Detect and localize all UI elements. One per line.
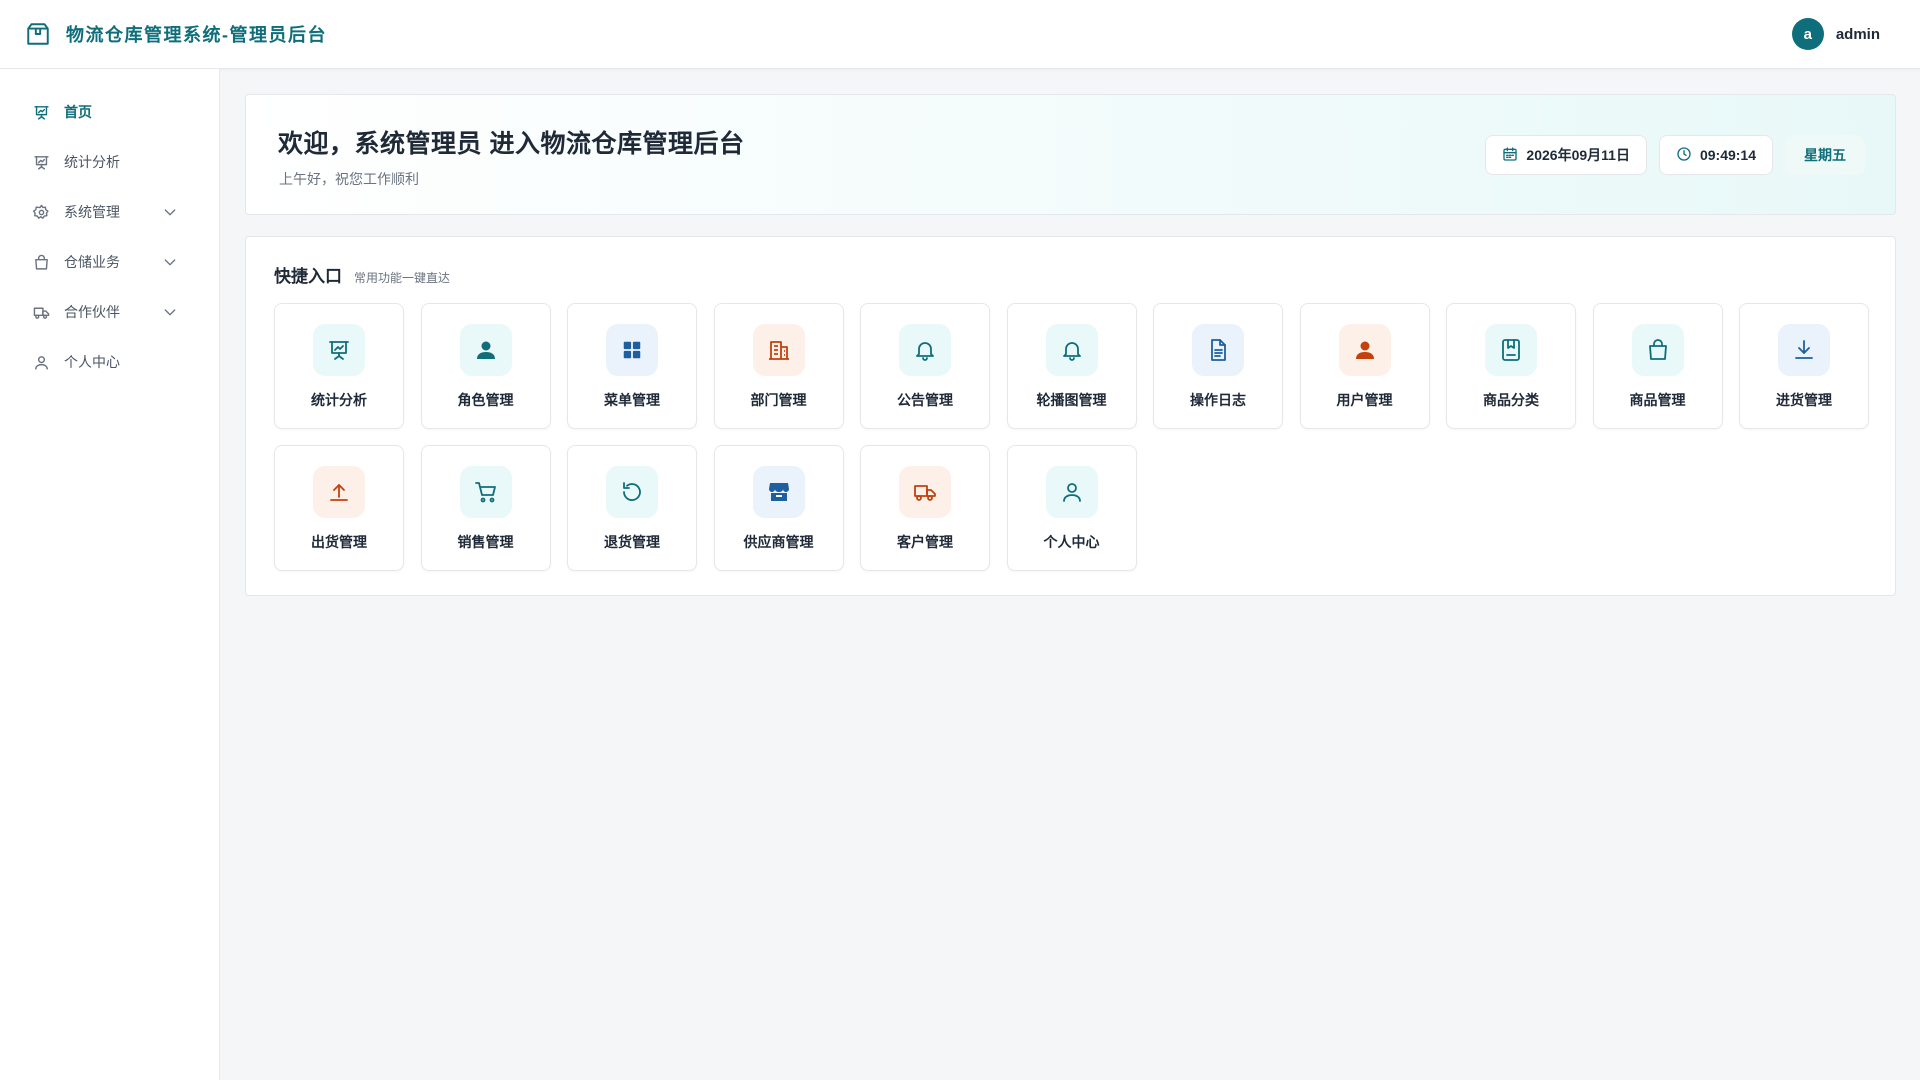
quick-tile-returns[interactable]: 退货管理 <box>567 445 697 571</box>
sidebar-item-system[interactable]: 系统管理 <box>0 187 219 237</box>
presentation-icon <box>32 153 50 171</box>
user-menu[interactable]: a admin <box>1791 18 1896 50</box>
chevron-down-icon[interactable] <box>162 254 178 270</box>
calendar-icon <box>1502 146 1518 165</box>
presentation-icon <box>32 103 50 121</box>
time-chip: 09:49:14 <box>1658 135 1773 175</box>
presentation-icon <box>313 324 365 376</box>
date-text: 2026年09月11日 <box>1526 147 1630 163</box>
quick-tile-label: 销售管理 <box>457 534 514 550</box>
quick-tile-label: 供应商管理 <box>743 534 814 550</box>
sidebar: 首页 统计分析 系统管理 仓储业务 合作伙伴 个人中心 <box>0 69 220 1080</box>
quick-access-title: 快捷入口 <box>274 267 342 286</box>
quick-tile-statistics[interactable]: 统计分析 <box>274 303 404 429</box>
quick-tile-label: 商品管理 <box>1629 392 1686 408</box>
quick-access-panel: 快捷入口 常用功能一键直达 统计分析 角色管理 菜单管理 部门管理 公告管理 轮… <box>245 236 1896 596</box>
download-icon <box>1778 324 1830 376</box>
quick-tile-label: 轮播图管理 <box>1036 392 1107 408</box>
building-icon <box>752 324 805 376</box>
clock-icon <box>1676 146 1692 165</box>
gear-icon <box>32 203 50 221</box>
refresh-icon <box>606 466 658 518</box>
quick-tile-label: 商品分类 <box>1483 392 1539 408</box>
sidebar-item-label: 合作伙伴 <box>64 304 120 320</box>
sidebar-item-home[interactable]: 首页 <box>0 87 219 137</box>
sidebar-item-label: 统计分析 <box>64 154 120 170</box>
quick-tile-customers[interactable]: 客户管理 <box>860 445 990 571</box>
bag-icon <box>1631 324 1684 376</box>
app-title: 物流仓库管理系统-管理员后台 <box>66 25 327 45</box>
box-icon <box>24 20 52 48</box>
sidebar-item-partners[interactable]: 合作伙伴 <box>0 287 219 337</box>
user-icon <box>1045 466 1098 518</box>
quick-access-subtitle: 常用功能一键直达 <box>354 271 451 285</box>
quick-tile-users[interactable]: 用户管理 <box>1299 303 1430 429</box>
cart-icon <box>459 466 512 518</box>
user-solid-icon <box>459 324 512 376</box>
chevron-down-icon[interactable] <box>162 304 178 320</box>
quick-access-header: 快捷入口 常用功能一键直达 <box>274 262 450 287</box>
date-chip: 2026年09月11日 <box>1485 135 1647 175</box>
bag-icon <box>32 253 50 271</box>
quick-tile-label: 统计分析 <box>311 392 367 408</box>
welcome-banner: 欢迎，系统管理员 进入物流仓库管理后台 上午好，祝您工作顺利 2026年09月1… <box>245 94 1896 215</box>
welcome-title: 欢迎，系统管理员 进入物流仓库管理后台 <box>278 130 745 158</box>
sidebar-item-label: 仓储业务 <box>64 254 120 270</box>
quick-tile-label: 客户管理 <box>897 534 953 550</box>
truck-icon <box>32 303 50 321</box>
quick-tile-sales[interactable]: 销售管理 <box>420 445 551 571</box>
username[interactable]: admin <box>1836 26 1880 43</box>
weekday-text: 星期五 <box>1804 147 1846 163</box>
bell-icon <box>1045 324 1098 376</box>
main-content: 欢迎，系统管理员 进入物流仓库管理后台 上午好，祝您工作顺利 2026年09月1… <box>220 69 1920 1080</box>
sidebar-item-label: 系统管理 <box>64 204 120 220</box>
brand[interactable]: 物流仓库管理系统-管理员后台 <box>24 20 327 48</box>
time-text: 09:49:14 <box>1699 147 1756 163</box>
quick-tile-label: 菜单管理 <box>604 392 660 408</box>
upload-icon <box>313 466 365 518</box>
quick-tile-suppliers[interactable]: 供应商管理 <box>713 445 844 571</box>
bell-icon <box>899 324 951 376</box>
book-icon <box>1485 324 1537 376</box>
document-icon <box>1192 324 1244 376</box>
welcome-subtitle: 上午好，祝您工作顺利 <box>279 171 419 187</box>
quick-tile-categories[interactable]: 商品分类 <box>1446 303 1576 429</box>
quick-tile-products[interactable]: 商品管理 <box>1592 303 1723 429</box>
top-header: 物流仓库管理系统-管理员后台 a admin <box>0 0 1920 69</box>
quick-tile-label: 部门管理 <box>750 392 807 408</box>
truck-icon <box>899 466 951 518</box>
shop-icon <box>752 466 805 518</box>
quick-tile-outbound[interactable]: 出货管理 <box>274 445 404 571</box>
sidebar-item-statistics[interactable]: 统计分析 <box>0 137 219 187</box>
quick-tile-logs[interactable]: 操作日志 <box>1153 303 1283 429</box>
user-icon <box>32 353 50 371</box>
users-icon <box>1338 324 1391 376</box>
quick-tile-profile[interactable]: 个人中心 <box>1006 445 1137 571</box>
quick-tile-label: 角色管理 <box>457 392 514 408</box>
quick-tile-purchasing[interactable]: 进货管理 <box>1739 303 1869 429</box>
quick-tile-label: 操作日志 <box>1190 392 1246 408</box>
quick-access-grid: 统计分析 角色管理 菜单管理 部门管理 公告管理 轮播图管理 操作日志 用户管理… <box>274 303 1869 571</box>
grid-icon <box>606 324 658 376</box>
quick-tile-roles[interactable]: 角色管理 <box>420 303 551 429</box>
quick-tile-label: 进货管理 <box>1776 392 1832 408</box>
quick-tile-carousel[interactable]: 轮播图管理 <box>1006 303 1137 429</box>
avatar[interactable]: a <box>1791 18 1824 50</box>
quick-tile-label: 出货管理 <box>311 534 367 550</box>
quick-tile-menus[interactable]: 菜单管理 <box>567 303 697 429</box>
sidebar-item-label: 首页 <box>64 104 92 120</box>
quick-tile-label: 用户管理 <box>1336 392 1393 408</box>
chevron-down-icon[interactable] <box>162 204 178 220</box>
quick-tile-label: 公告管理 <box>897 392 953 408</box>
sidebar-item-warehouse[interactable]: 仓储业务 <box>0 237 219 287</box>
datetime-chips: 2026年09月11日 09:49:14 星期五 <box>1485 135 1865 175</box>
quick-tile-label: 退货管理 <box>604 534 660 550</box>
quick-tile-announcements[interactable]: 公告管理 <box>860 303 990 429</box>
sidebar-item-profile[interactable]: 个人中心 <box>0 337 219 387</box>
weekday-chip: 星期五 <box>1785 135 1865 175</box>
quick-tile-departments[interactable]: 部门管理 <box>713 303 844 429</box>
quick-tile-label: 个人中心 <box>1043 534 1100 550</box>
sidebar-item-label: 个人中心 <box>64 354 120 370</box>
